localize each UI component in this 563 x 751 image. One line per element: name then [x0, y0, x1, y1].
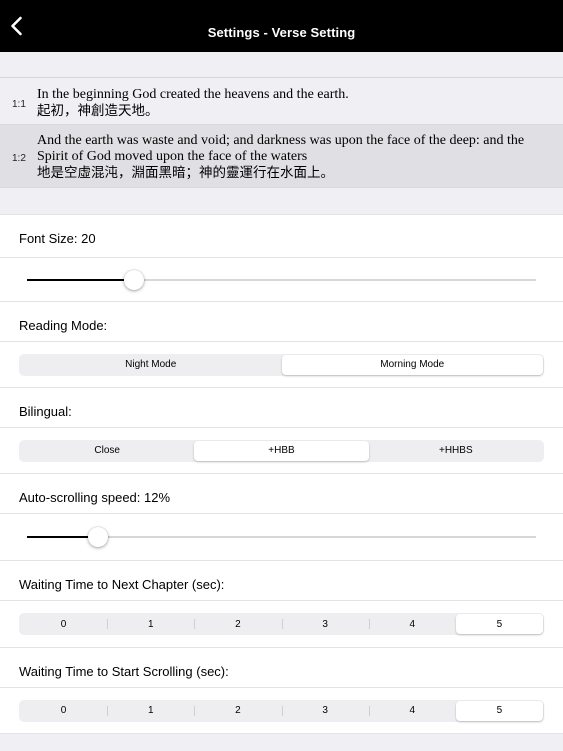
slider-fill [27, 278, 134, 281]
wait-start-scroll-label-row: Waiting Time to Start Scrolling (sec): [0, 647, 563, 687]
verse-preview: 1:1 In the beginning God created the hea… [0, 77, 563, 188]
segment-option[interactable]: 3 [281, 701, 369, 721]
bilingual-row: Close +HBB +HHBS [0, 427, 563, 473]
segment-option[interactable]: 1 [107, 614, 194, 634]
segment-option[interactable]: Close [20, 441, 194, 461]
wait-start-scroll-label: Waiting Time to Start Scrolling (sec): [19, 664, 229, 679]
slider-thumb[interactable] [87, 527, 108, 547]
slider-track[interactable] [27, 527, 536, 547]
verse-row: 1:1 In the beginning God created the hea… [0, 77, 563, 124]
reading-mode-row: Night Mode Morning Mode [0, 341, 563, 387]
wait-start-scroll-row: 012345 [0, 687, 563, 733]
verse-number: 1:1 [12, 99, 26, 110]
verse-number: 1:2 [12, 153, 26, 164]
segment-option[interactable]: 4 [368, 701, 456, 721]
wait-next-chapter-segmented-control[interactable]: 012345 [19, 613, 544, 635]
wait-next-chapter-label: Waiting Time to Next Chapter (sec): [19, 577, 225, 592]
verse-english: In the beginning God created the heavens… [37, 87, 349, 102]
slider-track[interactable] [27, 269, 536, 290]
segment-option[interactable]: 0 [20, 701, 107, 721]
segment-option[interactable]: +HHBS [369, 441, 543, 461]
wait-start-scroll-segmented-control[interactable]: 012345 [19, 699, 544, 722]
font-size-slider[interactable] [0, 257, 563, 301]
verse-chinese: 起初，神創造天地。 [37, 103, 159, 119]
segment-option[interactable]: 1 [107, 701, 194, 721]
segment-option[interactable]: 0 [20, 614, 107, 634]
auto-scroll-slider[interactable] [0, 513, 563, 560]
auto-scroll-label: Auto-scrolling speed: 12% [19, 490, 171, 505]
font-size-label: Font Size: 20 [19, 231, 96, 246]
verse-row: 1:2 And the earth was waste and void; an… [0, 124, 563, 188]
wait-next-chapter-row: 012345 [0, 600, 563, 647]
auto-scroll-label-row: Auto-scrolling speed: 12% [0, 473, 563, 513]
segment-option[interactable]: +HBB [194, 440, 369, 461]
verse-text: And the earth was waste and void; and da… [37, 133, 553, 181]
verse-text: In the beginning God created the heavens… [37, 87, 553, 119]
bilingual-label: Bilingual: [19, 404, 72, 419]
bilingual-segmented-control[interactable]: Close +HBB +HHBS [19, 439, 544, 462]
segment-option[interactable]: 2 [194, 614, 281, 634]
segment-option[interactable]: 3 [281, 614, 369, 634]
bottom-spacer [0, 733, 563, 751]
page-title: Settings - Verse Setting [207, 25, 356, 40]
verse-english: And the earth was waste and void; and da… [37, 133, 525, 164]
segment-option[interactable]: 5 [455, 700, 544, 721]
wait-next-chapter-label-row: Waiting Time to Next Chapter (sec): [0, 560, 563, 600]
reading-mode-label: Reading Mode: [19, 318, 108, 333]
reading-mode-segmented-control[interactable]: Night Mode Morning Mode [19, 353, 544, 376]
segment-option[interactable]: Night Mode [20, 355, 282, 375]
font-size-label-row: Font Size: 20 [0, 214, 563, 257]
segment-option[interactable]: 2 [194, 701, 281, 721]
bilingual-label-row: Bilingual: [0, 387, 563, 427]
segment-option[interactable]: Morning Mode [281, 354, 543, 375]
slider-thumb[interactable] [123, 269, 144, 290]
segment-option[interactable]: 4 [368, 614, 456, 634]
segment-option[interactable]: 5 [455, 614, 544, 634]
verse-chinese: 地是空虛混沌，淵面黑暗；神的靈運行在水面上。 [37, 165, 334, 181]
navigation-bar: Settings - Verse Setting [0, 0, 563, 52]
reading-mode-label-row: Reading Mode: [0, 301, 563, 341]
